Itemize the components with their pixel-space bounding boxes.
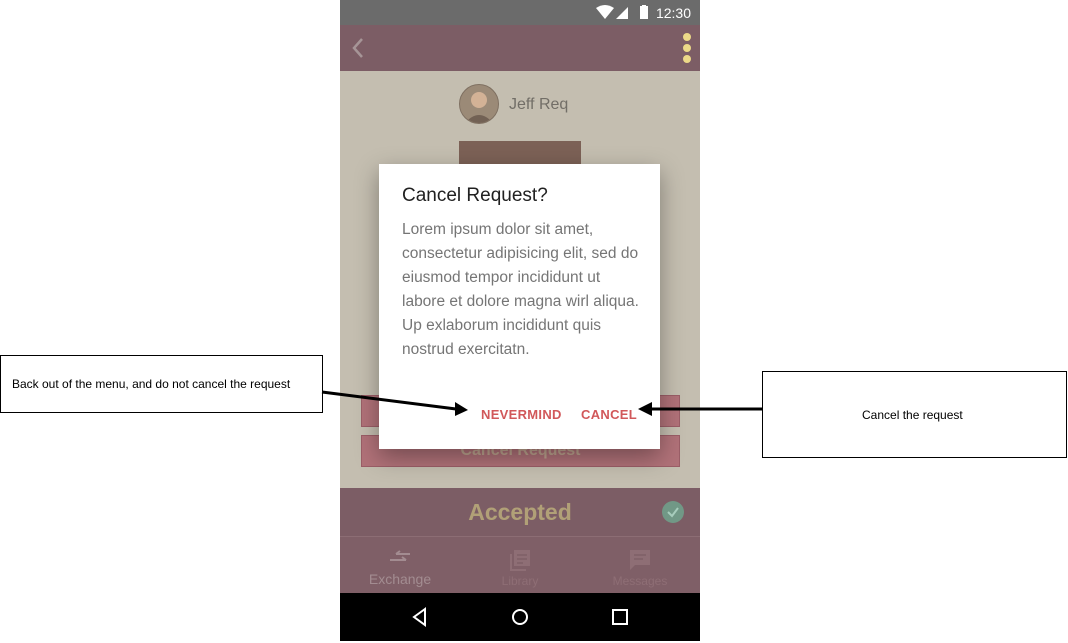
right-annotation-text: Cancel the request [862,408,963,422]
dialog-title: Cancel Request? [402,185,548,206]
nevermind-button[interactable]: NEVERMIND [481,407,562,422]
status-time: 12:30 [655,5,691,21]
wifi-icon [596,5,614,19]
left-annotation-text: Back out of the menu, and do not cancel … [12,377,291,391]
signal-icon [616,7,628,19]
back-triangle-icon[interactable] [408,605,432,629]
phone-screen: 12:30 Jeff Req Cancel Request Accepted E… [340,0,700,641]
status-icons [596,5,648,19]
system-nav-bar [340,593,700,641]
cancel-request-dialog: Cancel Request? Lorem ipsum dolor sit am… [379,164,660,449]
home-circle-icon[interactable] [508,605,532,629]
left-annotation-box: Back out of the menu, and do not cancel … [0,355,323,413]
battery-icon [640,6,648,19]
cancel-button[interactable]: CANCEL [581,407,637,422]
status-bar: 12:30 [340,0,700,25]
dialog-body: Lorem ipsum dolor sit amet, consectetur … [402,221,639,358]
right-annotation-box: Cancel the request [762,371,1067,458]
recents-square-icon[interactable] [608,605,632,629]
